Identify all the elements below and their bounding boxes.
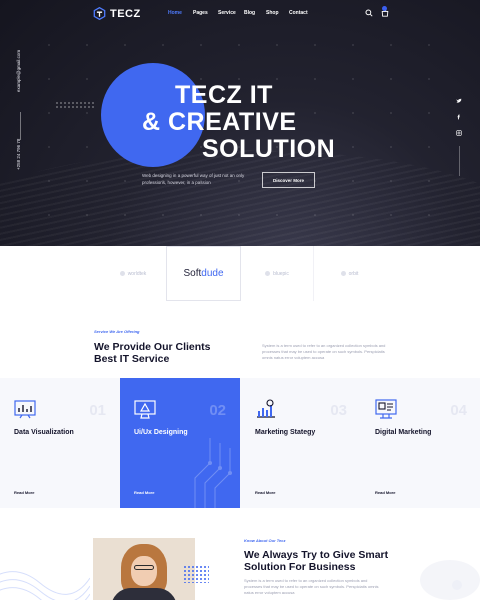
social-divider	[459, 146, 460, 176]
contact-email[interactable]: example@gmail.com	[16, 50, 21, 92]
brand-logo-worldtek[interactable]: worldtek	[100, 246, 166, 301]
service-title: Digital Marketing	[375, 429, 432, 436]
hero-title-line-2: & CREATIVE	[142, 108, 297, 136]
service-card-marketing-strategy[interactable]: 03 Marketing Stategy Read More	[241, 378, 361, 508]
digital-screen-icon	[375, 399, 397, 419]
brand-logo-softdude[interactable]: Softdude	[166, 246, 241, 301]
wave-decoration	[0, 571, 90, 600]
nav-item-blog[interactable]: Blog	[244, 10, 266, 16]
scroll-to-top-button[interactable]	[452, 580, 462, 590]
services-title: We Provide Our Clients Best IT Service	[94, 341, 211, 365]
photo-face	[131, 556, 157, 586]
about-tagline: Know About Our Tecz	[244, 538, 286, 543]
logo-text: TECZ	[110, 7, 141, 20]
nav-item-shop[interactable]: Shop	[266, 10, 289, 16]
nav-actions	[365, 6, 389, 17]
brand-name: bluepic	[273, 270, 289, 277]
facebook-icon[interactable]	[456, 114, 462, 120]
side-divider	[20, 112, 21, 140]
services-tagline: Service We Are Offering	[94, 329, 140, 334]
about-section	[0, 508, 480, 600]
nav-item-contact[interactable]: Contact	[289, 10, 319, 16]
service-number: 03	[330, 402, 347, 419]
service-number: 02	[209, 402, 226, 419]
brand-logo-bluepic[interactable]: bluepic	[241, 246, 313, 301]
chart-board-icon	[14, 400, 36, 419]
about-photo	[93, 538, 195, 600]
twitter-icon[interactable]	[456, 98, 462, 104]
instagram-icon[interactable]	[456, 130, 462, 136]
about-description: System is a term used to refer to an org…	[244, 578, 379, 595]
service-title: Marketing Stategy	[255, 429, 316, 436]
photo-body	[111, 588, 177, 600]
service-card-data-visualization[interactable]: 01 Data Visualization Read More	[0, 378, 120, 508]
cart-badge	[382, 6, 387, 11]
brand-name: Softdude	[183, 268, 224, 279]
about-decor-shape	[420, 560, 480, 600]
logo-icon	[93, 7, 106, 20]
read-more-link[interactable]: Read More	[375, 490, 395, 495]
hero-title-line-3: SOLUTION	[202, 135, 336, 163]
service-number: 01	[89, 402, 106, 419]
social-links	[456, 98, 462, 136]
circuit-pattern-icon	[194, 438, 232, 508]
logo[interactable]: TECZ	[93, 7, 141, 20]
brand-name: orbit	[348, 270, 359, 277]
read-more-link[interactable]: Read More	[255, 490, 275, 495]
search-icon[interactable]	[365, 9, 373, 17]
main-navigation: TECZ Home Pages Service Blog Shop Contac…	[0, 6, 480, 21]
brand-name: worldtek	[127, 270, 147, 277]
read-more-link[interactable]: Read More	[14, 490, 34, 495]
services-description: System is a term used to refer to an org…	[262, 343, 386, 360]
growth-chart-icon	[257, 399, 275, 418]
photo-glasses	[134, 565, 154, 570]
service-card-uiux-designing[interactable]: 02 Ui/Ux Designing Read More	[120, 378, 240, 508]
hero-title-line-1: TECZ IT	[175, 81, 273, 109]
service-number: 04	[450, 402, 467, 419]
hero-description: Web designing in a powerful way of just …	[142, 173, 245, 185]
read-more-link[interactable]: Read More	[134, 490, 154, 495]
nav-item-pages[interactable]: Pages	[193, 10, 218, 16]
service-title: Data Visualization	[14, 429, 74, 436]
brand-mark-icon	[265, 271, 271, 276]
brand-logo-orbit[interactable]: orbit	[313, 246, 385, 301]
brand-mark-icon	[119, 271, 125, 276]
brand-mark-icon	[340, 271, 346, 276]
hero-section: TECZ Home Pages Service Blog Shop Contac…	[0, 0, 480, 246]
hero-decor-dots	[55, 101, 95, 109]
discover-more-button[interactable]: Discover More	[262, 172, 315, 188]
design-monitor-icon	[134, 400, 156, 419]
service-title: Ui/Ux Designing	[134, 429, 188, 436]
nav-menu: Home Pages Service Blog Shop Contact	[168, 10, 319, 16]
contact-phone[interactable]: +258 24 796 78	[16, 139, 21, 170]
service-card-digital-marketing[interactable]: 04 Digital Marketing Read More	[361, 378, 480, 508]
nav-item-service[interactable]: Service	[218, 10, 244, 16]
nav-item-home[interactable]: Home	[168, 10, 193, 16]
about-dot-pattern	[183, 565, 209, 583]
brand-logos: worldtek Softdude bluepic orbit	[0, 246, 480, 301]
about-title: We Always Try to Give Smart Solution For…	[244, 549, 389, 573]
